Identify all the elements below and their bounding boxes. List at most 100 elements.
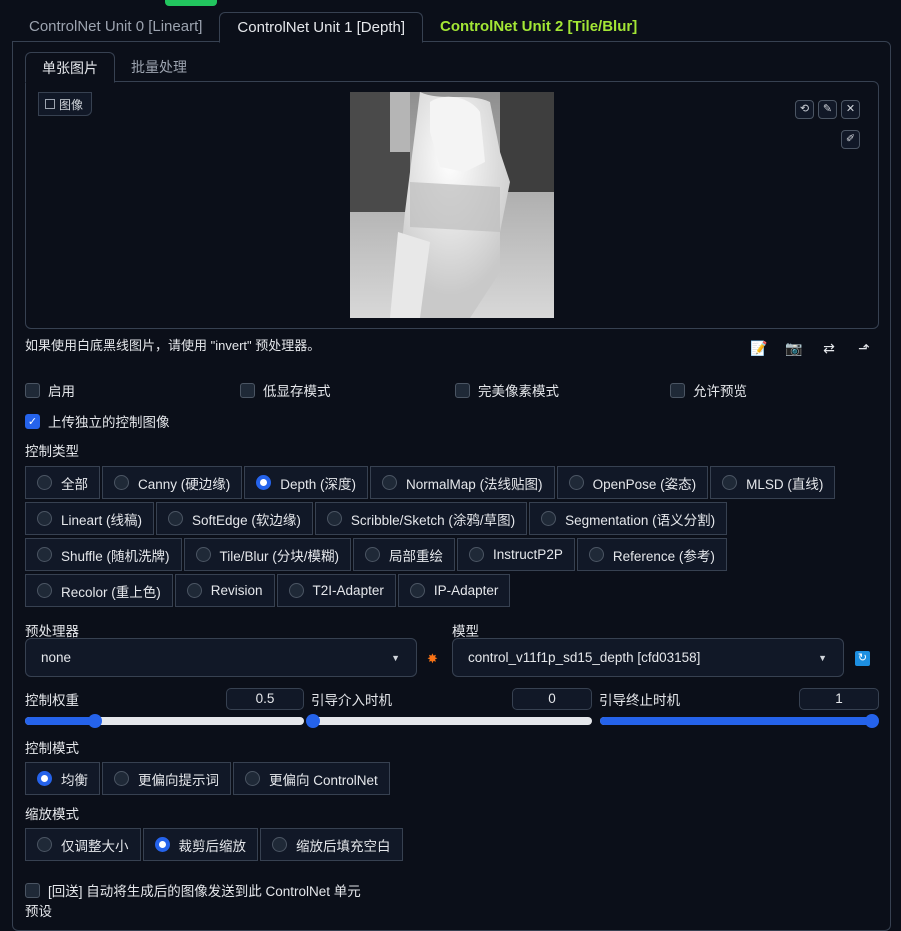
model-select[interactable]: control_v11f1p_sd15_depth [cfd03158] ▼ xyxy=(452,638,844,677)
radio-dot xyxy=(245,771,260,786)
upload-independent-label: 上传独立的控制图像 xyxy=(48,415,170,430)
weight-input[interactable]: 0.5 xyxy=(226,688,304,710)
preprocessor-select[interactable]: none ▼ xyxy=(25,638,417,677)
radio-label: 缩放后填充空白 xyxy=(296,838,391,854)
pixel-perfect-checkbox-row[interactable]: 完美像素模式 xyxy=(455,380,559,400)
resize-mode-crop[interactable]: 裁剪后缩放 xyxy=(142,828,258,861)
chevron-down-icon: ▼ xyxy=(391,652,400,663)
slider-thumb[interactable] xyxy=(865,714,879,728)
low-vram-checkbox[interactable] xyxy=(240,382,255,398)
weight-slider[interactable] xyxy=(25,714,304,728)
radio-dot xyxy=(588,547,604,562)
control-mode-prompt[interactable]: 更偏向提示词 xyxy=(102,762,231,795)
upload-independent-checkbox[interactable]: ✓ xyxy=(25,413,40,429)
guidance-end-input[interactable]: 1 xyxy=(799,688,879,710)
radio-dot xyxy=(37,547,52,562)
radio-dot-selected xyxy=(256,475,272,490)
control-type-instructp2p[interactable]: InstructP2P xyxy=(457,538,575,571)
preprocessor-label: 预处理器 xyxy=(25,624,79,639)
radio-dot xyxy=(37,837,52,852)
radio-label: 全部 xyxy=(61,476,88,492)
radio-label: Revision xyxy=(210,583,263,598)
control-mode-label: 控制模式 xyxy=(25,741,79,756)
radio-label: T2I-Adapter xyxy=(312,583,384,598)
control-type-shuffle[interactable]: Shuffle (随机洗牌) xyxy=(25,538,182,571)
radio-label: Shuffle (随机洗牌) xyxy=(61,548,170,564)
tab-unit-2[interactable]: ControlNet Unit 2 [Tile/Blur] xyxy=(423,12,654,42)
slider-thumb[interactable] xyxy=(87,714,102,728)
low-vram-label: 低显存模式 xyxy=(263,384,331,399)
image-label-text: 图像 xyxy=(59,97,84,112)
slider-thumb[interactable] xyxy=(306,714,320,728)
generate-accent-bar xyxy=(165,0,217,6)
pixel-perfect-checkbox[interactable] xyxy=(455,382,470,398)
radio-label: OpenPose (姿态) xyxy=(592,476,697,492)
control-type-recolor[interactable]: Recolor (重上色) xyxy=(25,574,173,607)
image-upload-area[interactable]: 图像 ⟲ ✎ ✕ ✐ xyxy=(25,81,879,329)
radio-dot xyxy=(541,511,557,526)
guidance-start-slider[interactable] xyxy=(306,714,592,728)
reset-icon[interactable]: ⟲ xyxy=(795,100,814,119)
control-type-group: 全部 Canny (硬边缘) Depth (深度) NormalMap (法线贴… xyxy=(25,466,885,610)
upload-independent-row[interactable]: ✓ 上传独立的控制图像 xyxy=(25,411,170,431)
resize-mode-just-resize[interactable]: 仅调整大小 xyxy=(25,828,141,861)
allow-preview-checkbox-row[interactable]: 允许预览 xyxy=(670,380,747,400)
tab-unit-0[interactable]: ControlNet Unit 0 [Lineart] xyxy=(12,12,219,42)
send-dimensions-icon[interactable]: ⬏ xyxy=(855,339,873,357)
tab-unit-1[interactable]: ControlNet Unit 1 [Depth] xyxy=(219,12,423,43)
control-type-openpose[interactable]: OpenPose (姿态) xyxy=(556,466,709,499)
radio-label: 更偏向提示词 xyxy=(138,772,219,788)
run-preprocessor-icon[interactable]: ✸ xyxy=(427,651,438,667)
guidance-start-input[interactable]: 0 xyxy=(512,688,592,710)
guidance-end-label: 引导终止时机 xyxy=(599,693,680,708)
low-vram-checkbox-row[interactable]: 低显存模式 xyxy=(240,380,331,400)
control-type-canny[interactable]: Canny (硬边缘) xyxy=(102,466,243,499)
tab-single-image[interactable]: 单张图片 xyxy=(25,52,115,83)
loopback-checkbox[interactable] xyxy=(25,882,40,898)
brush-icon[interactable]: ✎ xyxy=(818,100,837,119)
radio-dot xyxy=(409,583,425,598)
preprocessor-value: none xyxy=(41,650,72,665)
loopback-label: [回送] 自动将生成后的图像发送到此 ControlNet 单元 xyxy=(48,884,361,899)
control-type-tile[interactable]: Tile/Blur (分块/模糊) xyxy=(183,538,352,571)
control-type-inpaint[interactable]: 局部重绘 xyxy=(353,538,456,571)
control-type-normalmap[interactable]: NormalMap (法线贴图) xyxy=(370,466,555,499)
swap-icon[interactable]: ⇄ xyxy=(820,339,838,357)
radio-dot xyxy=(168,511,184,526)
radio-label: Reference (参考) xyxy=(612,548,715,564)
control-type-depth[interactable]: Depth (深度) xyxy=(244,466,369,499)
radio-dot xyxy=(288,583,304,598)
control-type-ip-adapter[interactable]: IP-Adapter xyxy=(397,574,511,607)
radio-dot xyxy=(37,511,52,526)
enable-checkbox[interactable] xyxy=(25,382,40,398)
tab-batch[interactable]: 批量处理 xyxy=(115,52,203,82)
radio-dot xyxy=(114,771,129,786)
enable-checkbox-row[interactable]: 启用 xyxy=(25,380,75,400)
allow-preview-checkbox[interactable] xyxy=(670,382,685,398)
refresh-icon[interactable]: ↻ xyxy=(855,651,870,666)
control-type-t2i-adapter[interactable]: T2I-Adapter xyxy=(276,574,396,607)
control-type-softedge[interactable]: SoftEdge (软边缘) xyxy=(156,502,313,535)
control-type-scribble[interactable]: Scribble/Sketch (涂鸦/草图) xyxy=(314,502,528,535)
close-icon[interactable]: ✕ xyxy=(841,100,860,119)
control-type-mlsd[interactable]: MLSD (直线) xyxy=(710,466,836,499)
control-type-lineart[interactable]: Lineart (线稿) xyxy=(25,502,155,535)
radio-label: Scribble/Sketch (涂鸦/草图) xyxy=(350,512,516,528)
loopback-row[interactable]: [回送] 自动将生成后的图像发送到此 ControlNet 单元 xyxy=(25,880,361,900)
slider-fill xyxy=(25,717,95,725)
chevron-down-icon: ▼ xyxy=(818,652,827,663)
resize-mode-fill[interactable]: 缩放后填充空白 xyxy=(260,828,403,861)
guidance-end-slider[interactable] xyxy=(600,714,879,728)
control-type-revision[interactable]: Revision xyxy=(174,574,275,607)
radio-dot xyxy=(722,475,738,490)
control-mode-balanced[interactable]: 均衡 xyxy=(25,762,100,795)
radio-dot-selected xyxy=(154,837,170,852)
control-type-reference[interactable]: Reference (参考) xyxy=(576,538,727,571)
control-mode-controlnet[interactable]: 更偏向 ControlNet xyxy=(233,762,390,795)
control-type-all[interactable]: 全部 xyxy=(25,466,100,499)
notepad-icon[interactable]: 📝 xyxy=(750,339,768,357)
pen-icon[interactable]: ✐ xyxy=(841,130,860,149)
control-type-segmentation[interactable]: Segmentation (语义分割) xyxy=(529,502,728,535)
radio-label: 裁剪后缩放 xyxy=(178,838,247,854)
camera-icon[interactable]: 📷 xyxy=(785,339,803,357)
